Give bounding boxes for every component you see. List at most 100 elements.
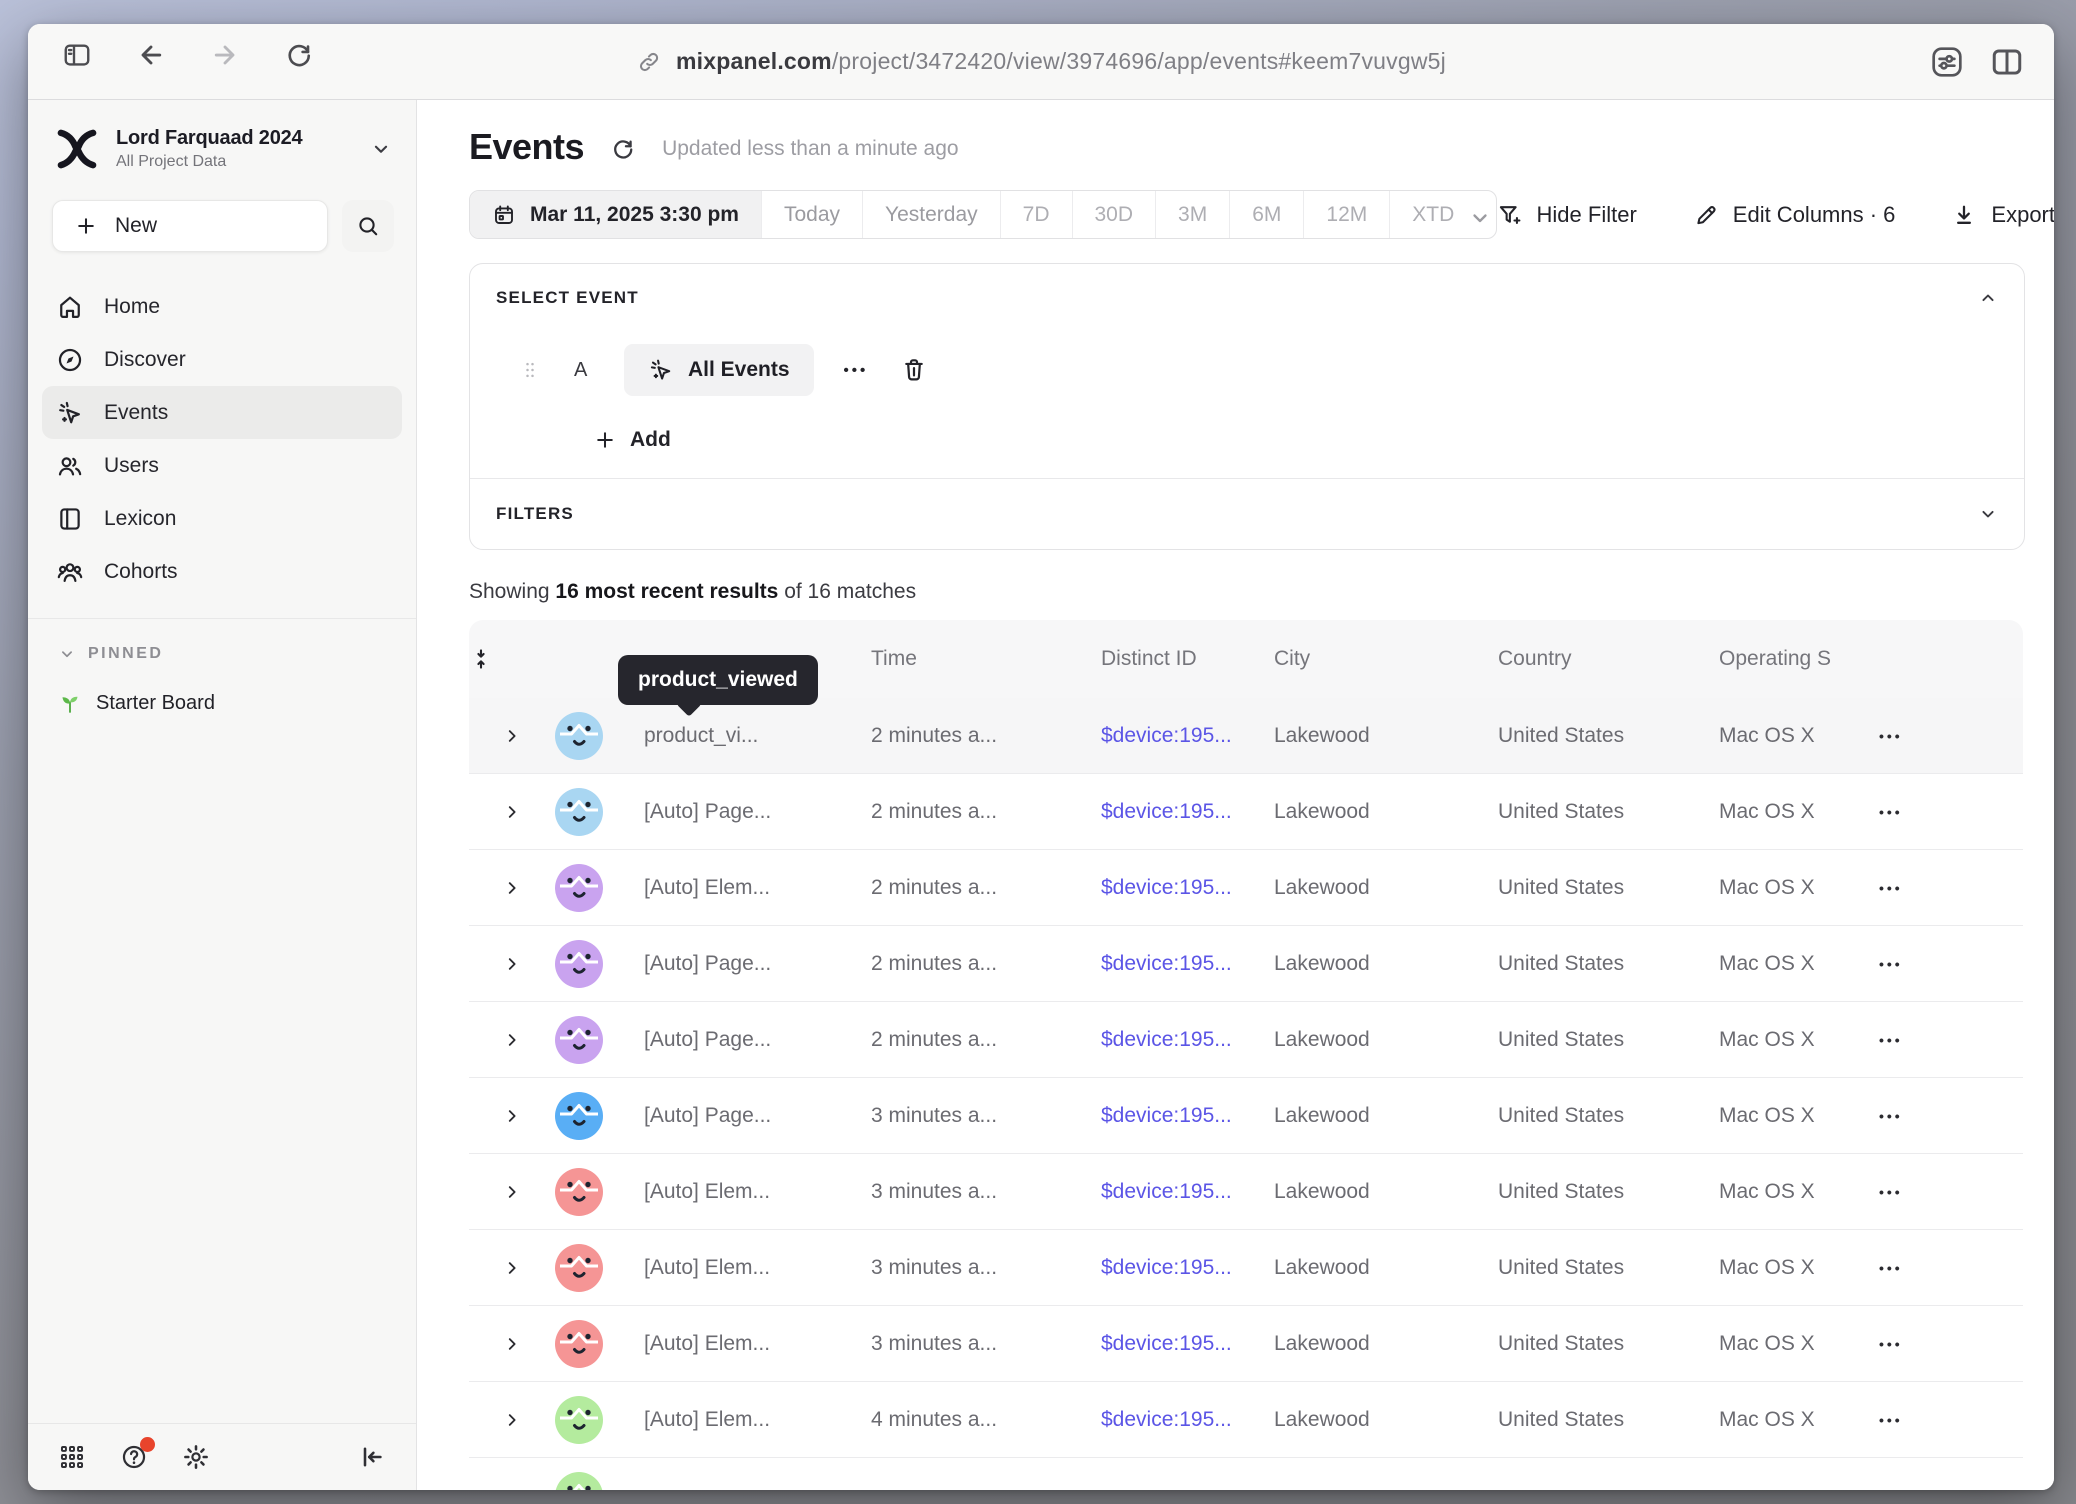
column-header-country[interactable]: Country [1498,647,1719,671]
cell-event-name: product_vi... [644,724,871,748]
cell-distinct-id-link[interactable]: $device:195... [1101,800,1274,824]
row-expand-icon[interactable] [469,1411,555,1429]
sidebar-item-home[interactable]: Home [42,280,402,333]
date-picker-button[interactable]: Mar 11, 2025 3:30 pm [470,191,762,238]
range-7d[interactable]: 7D [1001,191,1073,238]
table-row[interactable]: [Auto] Elem... 3 minutes a... $device:19… [469,1153,2023,1229]
collapse-sidebar-icon[interactable] [358,1443,386,1471]
row-expand-icon[interactable] [469,1335,555,1353]
expand-all-icon[interactable] [469,647,555,671]
table-row[interactable] [469,1457,2023,1490]
range-yesterday[interactable]: Yesterday [863,191,1001,238]
pinned-section-header[interactable]: PINNED [28,619,416,663]
row-expand-icon[interactable] [469,727,555,745]
edit-columns-button[interactable]: Edit Columns · 6 [1693,202,1896,228]
mixpanel-logo-icon [54,126,100,172]
table-row[interactable]: [Auto] Page... 2 minutes a... $device:19… [469,925,2023,1001]
row-expand-icon[interactable] [469,1487,555,1491]
gear-icon[interactable] [182,1443,210,1471]
row-more-options-icon[interactable]: ••• [1869,728,1903,744]
event-selector-pill[interactable]: All Events [624,344,814,396]
column-header-city[interactable]: City [1274,647,1498,671]
row-more-options-icon[interactable]: ••• [1869,1032,1903,1048]
cell-city: Lakewood [1274,1256,1498,1280]
sidebar-item-users[interactable]: Users [42,439,402,492]
row-more-options-icon[interactable]: ••• [1869,1336,1903,1352]
cell-distinct-id-link[interactable]: $device:195... [1101,724,1274,748]
range-today[interactable]: Today [762,191,863,238]
row-expand-icon[interactable] [469,1259,555,1277]
drag-handle-icon[interactable] [520,357,540,383]
range-12m[interactable]: 12M [1304,191,1390,238]
trash-icon[interactable] [900,356,928,384]
row-expand-icon[interactable] [469,1183,555,1201]
sidebar-item-starter-board[interactable]: Starter Board [28,663,416,715]
table-row[interactable]: product_vi... 2 minutes a... $device:195… [469,698,2023,773]
new-button[interactable]: New [52,200,328,252]
sidebar: Lord Farquaad 2024 All Project Data New … [28,100,417,1490]
table-row[interactable]: [Auto] Elem... 4 minutes a... $device:19… [469,1381,2023,1457]
row-more-options-icon[interactable]: ••• [1869,804,1903,820]
row-expand-icon[interactable] [469,879,555,897]
sidebar-item-lexicon[interactable]: Lexicon [42,492,402,545]
row-more-options-icon[interactable]: ••• [1869,1260,1903,1276]
apps-grid-icon[interactable] [58,1443,86,1471]
cell-distinct-id-link[interactable]: $device:195... [1101,1180,1274,1204]
range-6m[interactable]: 6M [1230,191,1304,238]
cell-distinct-id-link[interactable]: $device:195... [1101,1256,1274,1280]
row-expand-icon[interactable] [469,803,555,821]
cell-distinct-id-link[interactable]: $device:195... [1101,952,1274,976]
back-icon[interactable] [136,40,180,84]
row-expand-icon[interactable] [469,1031,555,1049]
sidebar-toggle-icon[interactable] [62,40,106,84]
more-options-icon[interactable]: ••• [844,362,869,379]
cell-distinct-id-link[interactable]: $device:195... [1101,1028,1274,1052]
address-bar[interactable]: mixpanel.com/project/3472420/view/397469… [636,24,1446,99]
hide-filter-button[interactable]: Hide Filter [1497,202,1637,228]
cell-distinct-id-link[interactable]: $device:195... [1101,1104,1274,1128]
cell-time: 3 minutes a... [871,1104,1101,1128]
row-more-options-icon[interactable]: ••• [1869,956,1903,972]
table-row[interactable]: [Auto] Page... 2 minutes a... $device:19… [469,773,2023,849]
row-expand-icon[interactable] [469,955,555,973]
reload-icon[interactable] [284,40,328,84]
sidebar-item-cohorts[interactable]: Cohorts [42,545,402,598]
cell-city: Lakewood [1274,724,1498,748]
sidebar-item-events[interactable]: Events [42,386,402,439]
page-title: Events [469,126,584,168]
row-more-options-icon[interactable]: ••• [1869,1184,1903,1200]
chevron-up-icon[interactable] [1978,288,1998,308]
cell-country: United States [1498,1180,1719,1204]
project-switcher[interactable]: Lord Farquaad 2024 All Project Data [28,100,416,178]
column-header-os[interactable]: Operating S [1719,647,1869,671]
table-row[interactable]: [Auto] Elem... 2 minutes a... $device:19… [469,849,2023,925]
add-event-button[interactable]: Add [594,428,1998,452]
cell-distinct-id-link[interactable]: $device:195... [1101,876,1274,900]
table-row[interactable]: [Auto] Elem... 3 minutes a... $device:19… [469,1229,2023,1305]
forward-icon[interactable] [210,40,254,84]
export-button[interactable]: Export [1951,202,2054,228]
search-button[interactable] [342,200,394,252]
row-expand-icon[interactable] [469,1107,555,1125]
row-more-options-icon[interactable]: ••• [1869,880,1903,896]
page-settings-icon[interactable] [1930,45,1964,79]
table-row[interactable]: [Auto] Elem... 3 minutes a... $device:19… [469,1305,2023,1381]
split-view-icon[interactable] [1990,45,2024,79]
range-30d[interactable]: 30D [1073,191,1157,238]
column-header-distinct-id[interactable]: Distinct ID [1101,647,1274,671]
table-row[interactable]: [Auto] Page... 2 minutes a... $device:19… [469,1001,2023,1077]
cell-distinct-id-link[interactable]: $device:195... [1101,1408,1274,1432]
row-more-options-icon[interactable]: ••• [1869,1108,1903,1124]
range-xtd[interactable]: XTD [1390,191,1496,238]
refresh-icon[interactable] [610,136,636,162]
column-header-time[interactable]: Time [871,647,1101,671]
table-row[interactable]: [Auto] Page... 3 minutes a... $device:19… [469,1077,2023,1153]
browser-window: mixpanel.com/project/3472420/view/397469… [28,24,2054,1490]
row-more-options-icon[interactable]: ••• [1869,1412,1903,1428]
pointer-icon [56,399,84,427]
cell-distinct-id-link[interactable]: $device:195... [1101,1332,1274,1356]
chevron-down-icon[interactable] [1978,504,1998,524]
range-3m[interactable]: 3M [1156,191,1230,238]
sidebar-item-discover[interactable]: Discover [42,333,402,386]
help-icon[interactable] [120,1443,148,1471]
